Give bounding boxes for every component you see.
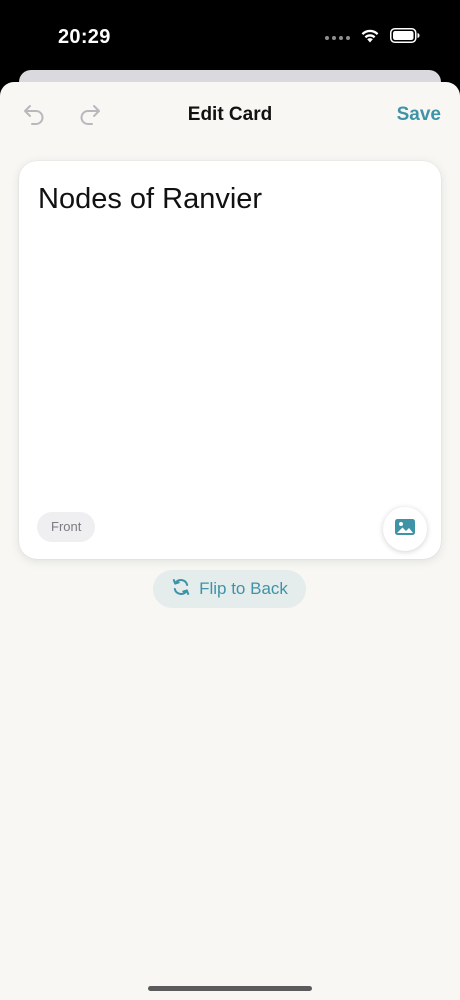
photo-icon (394, 518, 416, 541)
screen: 20:29 Edit Card Save Nodes of Ranvier Fr… (0, 0, 460, 1000)
wifi-icon (360, 28, 380, 48)
refresh-arrows-icon (171, 577, 191, 602)
nav-bar: Edit Card Save (0, 82, 460, 148)
flip-button-label: Flip to Back (199, 579, 288, 598)
save-button[interactable]: Save (397, 104, 441, 126)
status-time: 20:29 (58, 26, 111, 48)
edit-card-sheet: Edit Card Save Nodes of Ranvier Front Fl… (0, 82, 460, 1000)
status-icons (325, 28, 420, 48)
cellular-signal-icon (325, 36, 350, 40)
page-title: Edit Card (187, 104, 273, 125)
flip-to-back-button[interactable]: Flip to Back (153, 570, 306, 608)
flashcard: Nodes of Ranvier Front (19, 161, 441, 559)
battery-icon (390, 28, 420, 48)
card-text-editor[interactable]: Nodes of Ranvier (38, 181, 422, 217)
card-side-badge: Front (37, 512, 96, 542)
add-image-button[interactable] (383, 507, 427, 551)
home-indicator[interactable] (148, 986, 312, 991)
status-bar: 20:29 (0, 0, 460, 70)
